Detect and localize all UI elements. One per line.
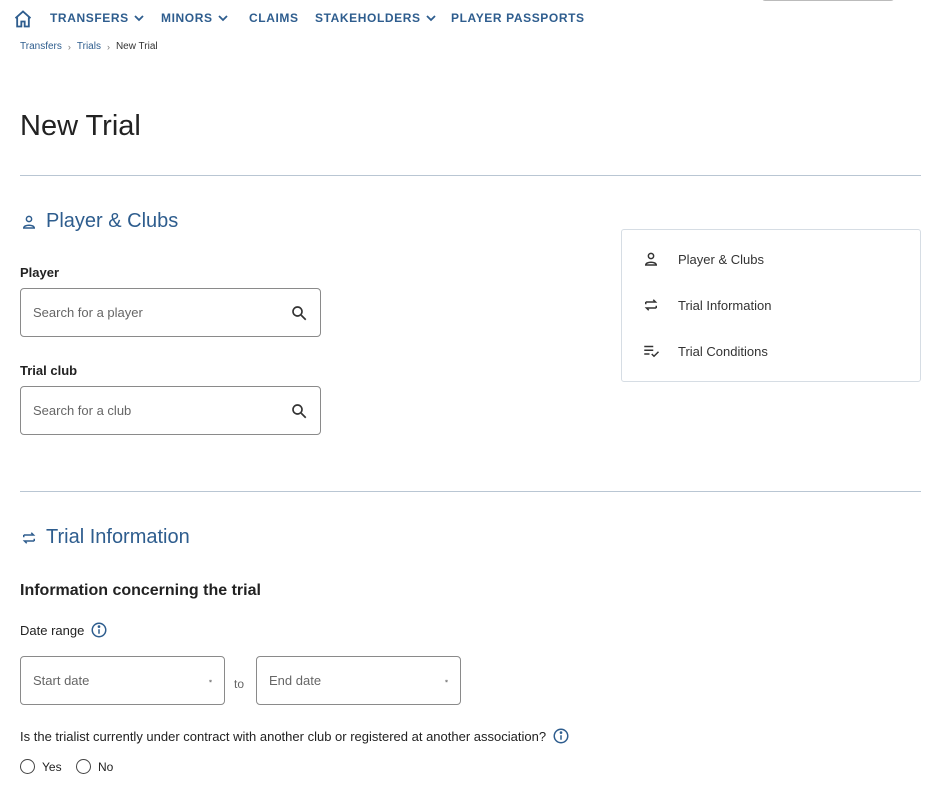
- chevron-down-icon: [217, 15, 228, 22]
- divider: [20, 491, 921, 492]
- info-icon[interactable]: [552, 727, 570, 745]
- toc-item-player-clubs[interactable]: Player & Clubs: [642, 250, 764, 268]
- breadcrumb-trials[interactable]: Trials: [77, 41, 101, 52]
- top-nav: TRANSFERS MINORS CLAIMS STAKEHOLDERS PLA…: [0, 0, 945, 38]
- divider: [20, 175, 921, 176]
- toc-item-trial-information[interactable]: Trial Information: [642, 296, 771, 314]
- top-right-control[interactable]: [762, 0, 894, 1]
- radio-circle[interactable]: [20, 759, 35, 774]
- chevron-down-icon: [426, 15, 436, 22]
- person-icon: [22, 215, 36, 229]
- nav-item-player-passports[interactable]: PLAYER PASSPORTS: [451, 11, 585, 25]
- player-label: Player: [20, 265, 60, 280]
- trial-subheading: Information concerning the trial: [20, 582, 261, 599]
- swap-icon: [22, 531, 36, 544]
- chevron-down-icon: [134, 15, 144, 22]
- chevron-right-icon: ›: [67, 41, 71, 52]
- nav-item-minors[interactable]: MINORS: [161, 11, 229, 25]
- radio-circle[interactable]: [76, 759, 91, 774]
- section-title-trial-information: Trial Information: [20, 526, 190, 549]
- club-search-input[interactable]: [21, 387, 290, 434]
- nav-item-claims[interactable]: CLAIMS: [249, 11, 299, 25]
- toc-item-trial-conditions[interactable]: Trial Conditions: [642, 342, 768, 360]
- date-range-label: Date range: [20, 621, 108, 639]
- search-icon[interactable]: [290, 402, 308, 420]
- end-date-field[interactable]: [256, 656, 461, 705]
- trial-club-label: Trial club: [20, 363, 78, 378]
- page-title: New Trial: [20, 110, 141, 142]
- home-icon[interactable]: [13, 9, 33, 29]
- contract-question: Is the trialist currently under contract…: [20, 727, 570, 745]
- player-search-field[interactable]: [20, 288, 321, 337]
- nav-item-transfers[interactable]: TRANSFERS: [50, 11, 145, 25]
- breadcrumb: Transfers › Trials › New Trial: [20, 41, 158, 52]
- player-search-input[interactable]: [21, 289, 290, 336]
- swap-icon: [644, 299, 658, 311]
- person-icon: [644, 252, 658, 266]
- club-search-field[interactable]: [20, 386, 321, 435]
- breadcrumb-transfers[interactable]: Transfers: [20, 41, 62, 52]
- section-navigator: Player & Clubs Trial Information Trial C…: [621, 229, 921, 382]
- breadcrumb-current: New Trial: [115, 41, 158, 52]
- to-label: to: [234, 677, 245, 691]
- calendar-icon[interactable]: [209, 672, 212, 690]
- chevron-right-icon: ›: [106, 41, 110, 52]
- search-icon[interactable]: [290, 304, 308, 322]
- checklist-icon: [644, 345, 660, 358]
- end-date-input[interactable]: [257, 657, 445, 704]
- start-date-input[interactable]: [21, 657, 209, 704]
- info-icon[interactable]: [90, 621, 108, 639]
- calendar-icon[interactable]: [445, 672, 448, 690]
- radio-no[interactable]: No: [76, 759, 113, 774]
- section-title-player-clubs: Player & Clubs: [20, 210, 178, 233]
- start-date-field[interactable]: [20, 656, 225, 705]
- radio-yes[interactable]: Yes: [20, 759, 62, 774]
- nav-item-stakeholders[interactable]: STAKEHOLDERS: [315, 11, 437, 25]
